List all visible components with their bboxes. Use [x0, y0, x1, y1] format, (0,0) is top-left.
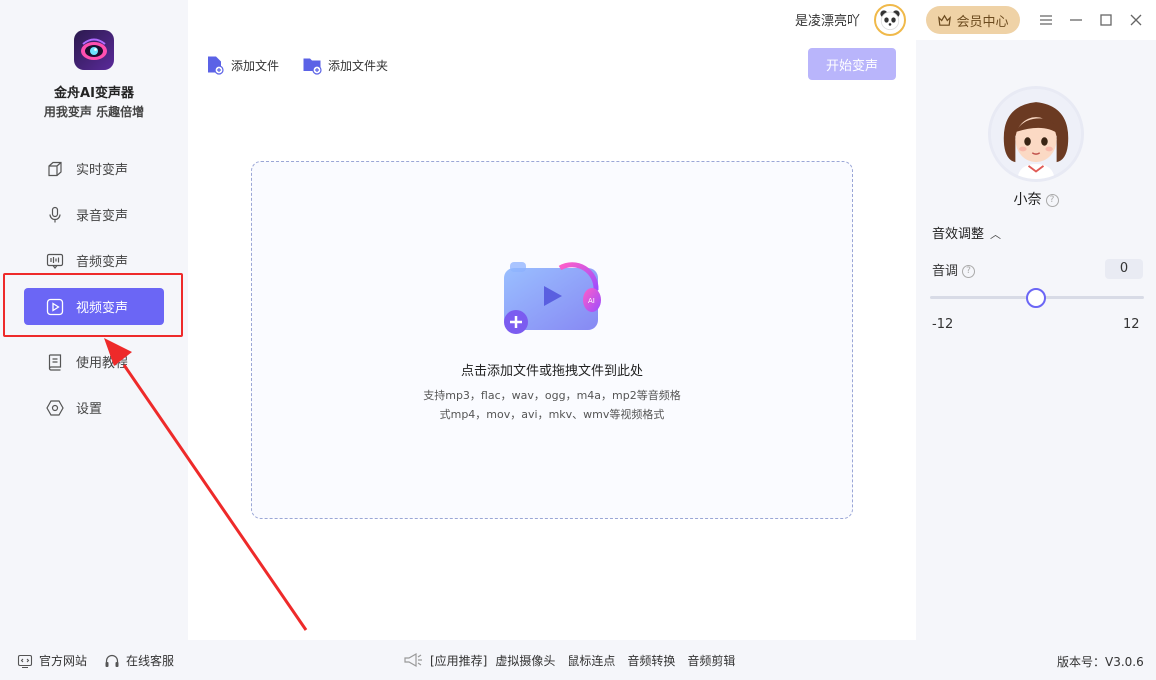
footer: 官方网站 在线客服 [应用推荐] 虚拟摄像头 鼠标连点 音频转换 音频剪辑 版本… [0, 640, 1156, 680]
pitch-label: 音调? [932, 260, 976, 279]
panda-avatar-icon [880, 10, 900, 31]
close-button[interactable] [1126, 10, 1146, 30]
official-website-label: 官方网站 [39, 654, 88, 668]
app-name: 金舟AI变声器 [54, 86, 134, 101]
voice-avatar [988, 86, 1084, 182]
hamburger-icon [1040, 15, 1052, 25]
microphone-icon [46, 206, 64, 224]
add-folder-label: 添加文件夹 [328, 58, 389, 73]
nav-item-video[interactable]: 视频变声 [24, 288, 164, 325]
add-file-icon [208, 56, 224, 75]
nav-label: 使用教程 [76, 356, 129, 371]
nav-item-realtime[interactable]: 实时变声 [24, 150, 164, 187]
dropzone-title: 点击添加文件或拖拽文件到此处 [460, 364, 643, 379]
app-logo [74, 30, 114, 70]
video-upload-illustration-icon: AI [504, 262, 601, 334]
vip-label: 会员中心 [956, 14, 1009, 30]
file-dropzone[interactable]: AI 点击添加文件或拖拽文件到此处 支持mp3，flac，wav，ogg，m4a… [251, 161, 853, 519]
recommend-virtual-camera[interactable]: 虚拟摄像头 [495, 652, 555, 669]
app-recommendations: [应用推荐] 虚拟摄像头 鼠标连点 音频转换 音频剪辑 [402, 651, 747, 669]
user-avatar[interactable] [874, 4, 906, 36]
audio-wave-icon [46, 252, 64, 270]
help-icon[interactable]: ? [962, 265, 976, 278]
username[interactable]: 是凌漂亮吖 [795, 10, 860, 29]
girl-avatar-icon [991, 89, 1081, 179]
online-support-label: 在线客服 [126, 654, 175, 668]
vip-center-button[interactable]: 会员中心 [926, 6, 1020, 34]
online-support-link[interactable]: 在线客服 [104, 652, 174, 669]
nav-item-record[interactable]: 录音变声 [24, 196, 164, 233]
minimize-button[interactable] [1066, 10, 1086, 30]
add-file-button[interactable]: 添加文件 [205, 54, 279, 76]
video-play-icon [46, 298, 64, 316]
pitch-slider-thumb[interactable] [1026, 288, 1046, 308]
nav-label: 视频变声 [76, 301, 129, 316]
maximize-button[interactable] [1096, 10, 1116, 30]
effect-adjust-toggle[interactable]: 音效调整 ︿ [932, 223, 1001, 242]
version-label: 版本号：V3.0.6 [1057, 655, 1144, 669]
pitch-label-text: 音调 [932, 264, 959, 279]
section-title-label: 音效调整 [932, 227, 985, 242]
sidebar: 金舟AI变声器 用我变声 乐趣倍增 实时变声 录音变声 音频变声 视频变声 使用… [0, 0, 188, 640]
book-icon [46, 353, 64, 371]
add-folder-icon [303, 58, 322, 75]
website-icon [17, 654, 33, 668]
recommend-audio-editor[interactable]: 音频剪辑 [687, 652, 735, 669]
dropzone-hint-line: 支持mp3，flac，wav，ogg，m4a，mp2等音频格 [423, 389, 681, 402]
dropzone-hint: 支持mp3，flac，wav，ogg，m4a，mp2等音频格 式mp4，mov，… [252, 386, 852, 424]
app-logo-icon [81, 38, 107, 60]
right-panel: 小奈? 音效调整 ︿ 音调? 0 -12 12 [916, 40, 1156, 640]
crown-icon [938, 14, 952, 26]
start-voice-change-button[interactable]: 开始变声 [808, 48, 896, 80]
nav-item-settings[interactable]: 设置 [24, 389, 164, 426]
menu-button[interactable] [1036, 10, 1056, 30]
recommend-prefix: [应用推荐] [430, 653, 488, 668]
headset-icon [105, 654, 119, 667]
slider-min-label: -12 [932, 317, 954, 332]
close-icon [1130, 14, 1142, 26]
add-folder-button[interactable]: 添加文件夹 [302, 54, 388, 76]
voice-name: 小奈? [916, 189, 1156, 209]
app-slogan: 用我变声 乐趣倍增 [43, 105, 145, 119]
nav-item-audio[interactable]: 音频变声 [24, 242, 164, 279]
pitch-value-input[interactable]: 0 [1105, 259, 1143, 279]
nav-label: 录音变声 [76, 209, 129, 224]
recommend-auto-clicker[interactable]: 鼠标连点 [567, 652, 615, 669]
nav-label: 音频变声 [76, 255, 129, 270]
official-website-link[interactable]: 官方网站 [17, 652, 87, 669]
slider-max-label: 12 [1123, 317, 1140, 332]
nav-item-tutorial[interactable]: 使用教程 [24, 343, 164, 380]
cube-icon [46, 160, 64, 178]
nav-label: 实时变声 [76, 163, 129, 178]
add-file-label: 添加文件 [231, 58, 280, 73]
dropzone-hint-line: 式mp4，mov，avi，mkv、wmv等视频格式 [439, 408, 665, 421]
voice-name-label: 小奈 [1013, 192, 1042, 208]
settings-hexagon-icon [46, 399, 64, 417]
help-icon[interactable]: ? [1045, 193, 1059, 207]
svg-text:AI: AI [588, 297, 595, 305]
maximize-icon [1100, 14, 1112, 26]
megaphone-icon [404, 652, 422, 668]
recommend-audio-converter[interactable]: 音频转换 [627, 652, 675, 669]
nav-label: 设置 [76, 402, 103, 417]
chevron-up-icon: ︿ [990, 228, 1002, 241]
minimize-icon [1070, 19, 1082, 21]
